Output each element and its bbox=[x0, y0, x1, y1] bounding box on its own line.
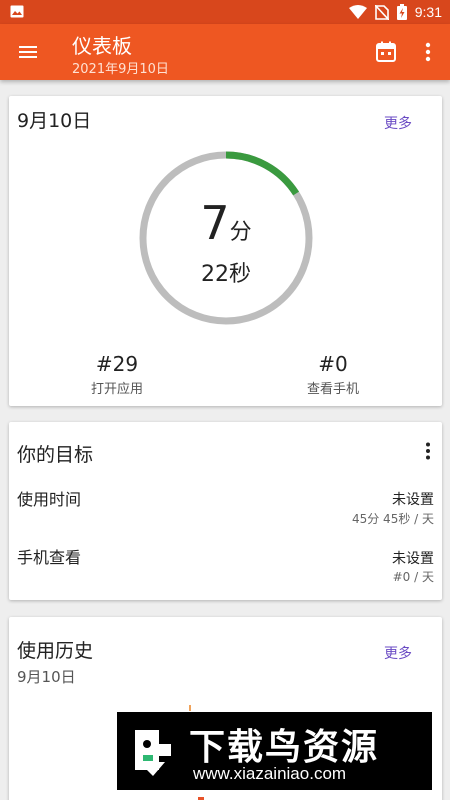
today-date: 9月10日 bbox=[17, 110, 92, 132]
page-title: 仪表板 bbox=[72, 34, 132, 58]
goals-more-vert-icon[interactable] bbox=[425, 442, 431, 460]
goal-phone-checks-status[interactable]: 未设置 bbox=[392, 548, 434, 568]
goal-usage-time-name: 使用时间 bbox=[17, 490, 82, 509]
watermark-banner: 下载鸟资源 www.xiazainiao.com bbox=[117, 712, 432, 790]
usage-ring: 7分 22秒 bbox=[136, 148, 316, 328]
usage-minutes-value: 7 bbox=[200, 196, 230, 250]
status-bar: 9:31 bbox=[0, 0, 450, 24]
more-vert-icon[interactable] bbox=[418, 40, 438, 64]
today-more-link[interactable]: 更多 bbox=[384, 113, 412, 133]
apps-opened-count: #29 bbox=[95, 352, 139, 376]
no-sim-icon bbox=[374, 4, 389, 20]
phone-checks-label: 查看手机 bbox=[306, 382, 359, 397]
goal-phone-checks-name: 手机查看 bbox=[17, 548, 82, 567]
history-chart-mark bbox=[189, 705, 191, 711]
watermark-brand: 下载鸟资源 bbox=[189, 727, 380, 768]
history-more-link[interactable]: 更多 bbox=[384, 643, 412, 663]
usage-minutes: 7分 bbox=[136, 196, 316, 250]
usage-seconds: 22秒 bbox=[201, 262, 251, 287]
menu-icon[interactable] bbox=[16, 40, 40, 64]
usage-minutes-unit: 分 bbox=[229, 220, 252, 245]
history-title: 使用历史 bbox=[17, 640, 94, 662]
goal-usage-time-status[interactable]: 未设置 bbox=[392, 489, 434, 509]
goals-title: 你的目标 bbox=[17, 444, 94, 466]
goals-card: 你的目标 使用时间 未设置 45分 45秒 / 天 手机查看 未设置 #0 / … bbox=[9, 422, 442, 600]
phone-checks-count: #0 bbox=[318, 352, 348, 376]
calendar-icon[interactable] bbox=[374, 40, 398, 64]
clock-time: 9:31 bbox=[414, 4, 442, 20]
phone-checks-stat: #0 查看手机 bbox=[273, 352, 393, 397]
history-date: 9月10日 bbox=[17, 668, 76, 686]
bird-logo-icon bbox=[135, 730, 171, 776]
app-bar: 仪表板 2021年9月10日 bbox=[0, 24, 450, 80]
wifi-icon bbox=[348, 5, 367, 19]
goal-phone-checks-target: #0 / 天 bbox=[392, 570, 434, 584]
apps-opened-stat: #29 打开应用 bbox=[57, 352, 177, 397]
page-subtitle-date: 2021年9月10日 bbox=[72, 62, 169, 77]
watermark-url: www.xiazainiao.com bbox=[193, 764, 347, 783]
goal-usage-time-target: 45分 45秒 / 天 bbox=[351, 512, 434, 526]
today-usage-card: 9月10日 更多 7分 22秒 #29 打开应用 #0 查看手机 bbox=[9, 96, 442, 406]
image-icon bbox=[10, 5, 24, 18]
battery-charging-icon bbox=[396, 4, 407, 20]
apps-opened-label: 打开应用 bbox=[90, 382, 143, 397]
